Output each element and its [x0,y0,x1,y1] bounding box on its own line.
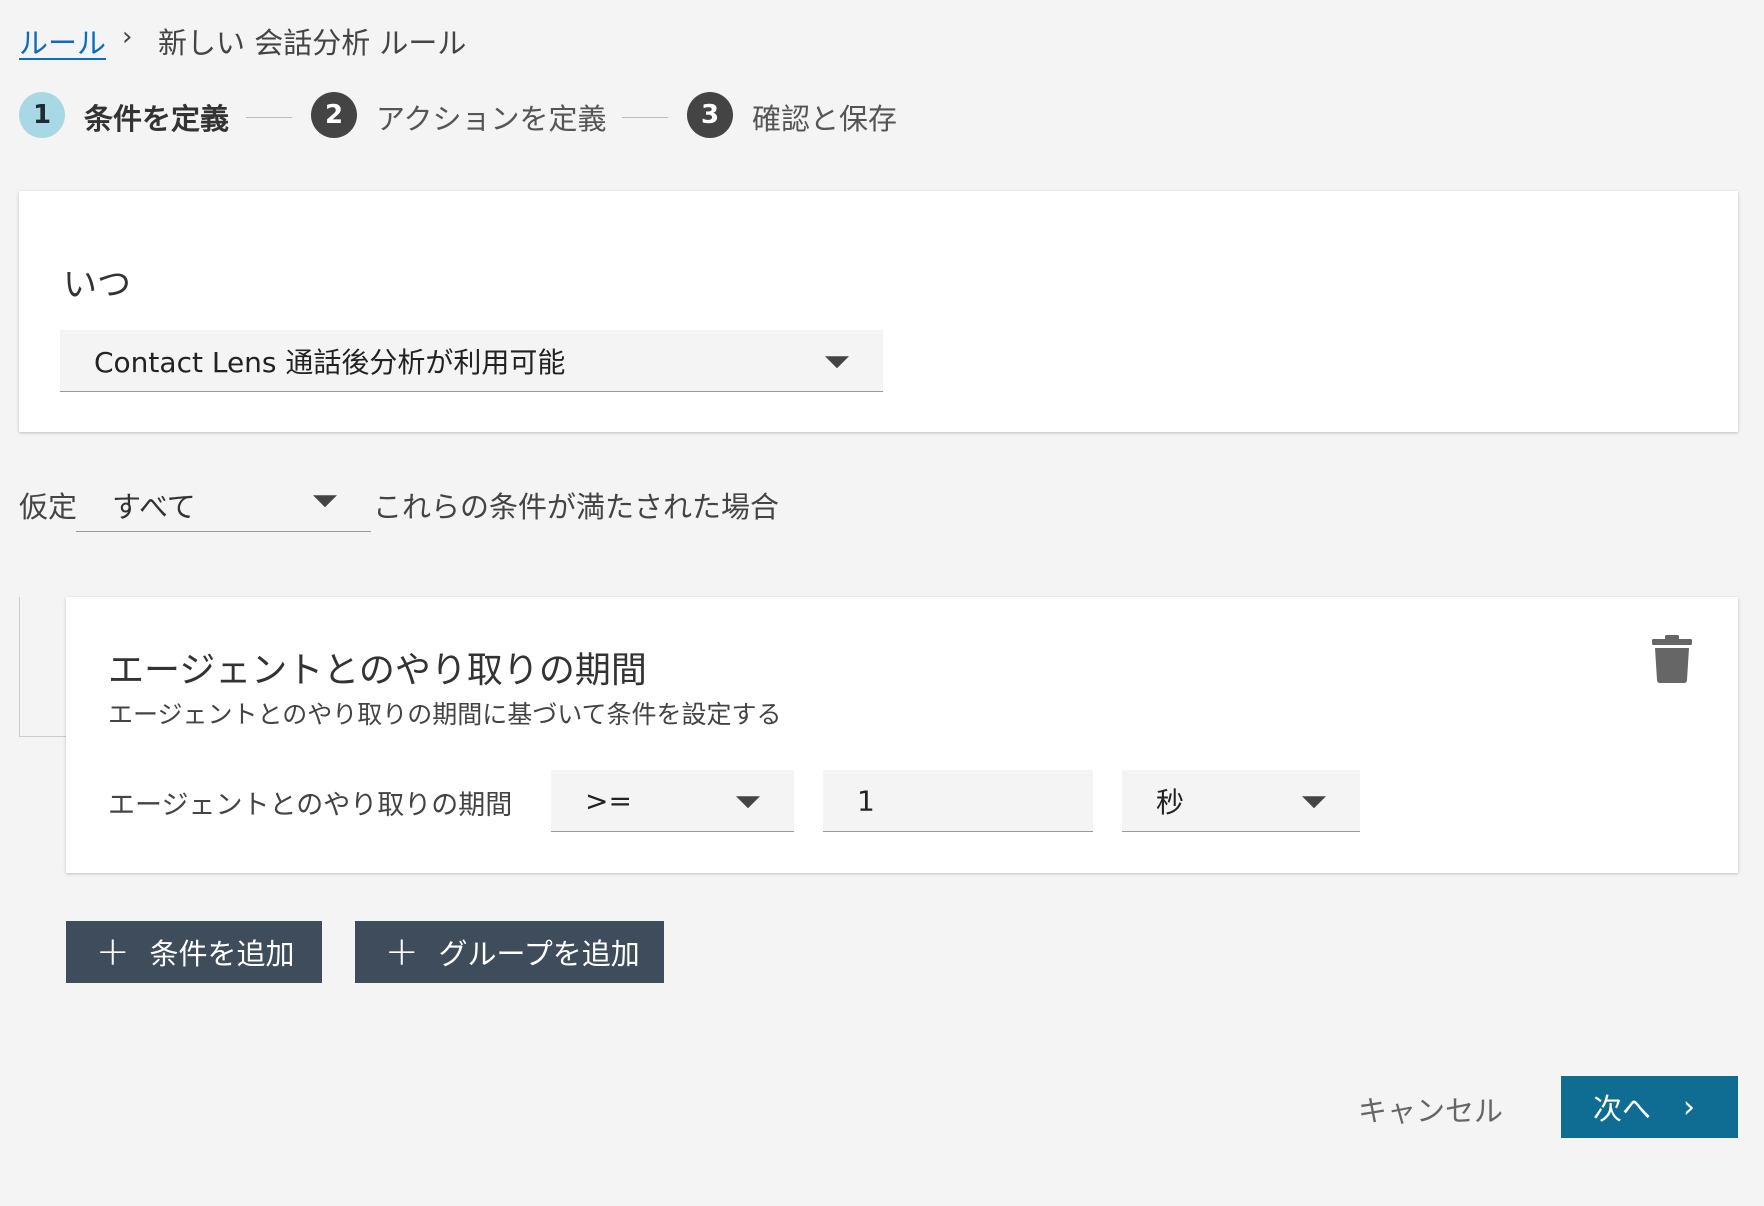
duration-value: 1 [857,784,875,817]
plus-icon: + [96,929,130,975]
cancel-button[interactable]: キャンセル [1358,1088,1503,1130]
step-2-circle: 2 [311,92,357,138]
unit-select[interactable]: 秒 [1122,770,1360,832]
step-3-circle: 3 [687,92,733,138]
plus-icon: + [385,929,419,975]
step-2-label: アクションを定義 [376,102,607,136]
chevron-down-icon [313,494,337,507]
step-3-label: 確認と保存 [752,102,898,136]
step-connector [622,117,668,118]
chevron-down-icon [1302,795,1326,808]
step-1-label: 条件を定義 [84,102,230,136]
add-group-button[interactable]: + グループを追加 [355,921,664,983]
chevron-right-icon: › [1683,1089,1696,1125]
duration-value-input[interactable]: 1 [823,770,1093,832]
breadcrumb-current: 新しい 会話分析 ルール [158,26,467,60]
condition-group-connector [19,597,67,737]
breadcrumb-rules-link[interactable]: ルール [19,20,106,62]
step-connector [246,117,292,118]
trigger-select-value: Contact Lens 通話後分析が利用可能 [94,345,566,379]
trash-icon[interactable] [1652,635,1692,683]
condition-field-label: エージェントとのやり取りの期間 [108,790,513,821]
chevron-down-icon [736,795,760,808]
condition-card: エージェントとのやり取りの期間 エージェントとのやり取りの期間に基づいて条件を設… [66,597,1738,873]
unit-value: 秒 [1156,785,1185,819]
next-button[interactable]: 次へ › [1561,1076,1738,1138]
operator-value: >= [585,784,632,817]
add-group-label: グループを追加 [438,937,640,971]
next-label: 次へ [1593,1092,1652,1126]
operator-select[interactable]: >= [551,770,794,832]
step-1-circle: 1 [19,92,65,138]
trigger-select[interactable]: Contact Lens 通話後分析が利用可能 [60,330,883,392]
add-condition-button[interactable]: + 条件を追加 [66,921,322,983]
when-title: いつ [63,265,131,305]
when-panel: いつ Contact Lens 通話後分析が利用可能 [19,191,1738,432]
match-type-select[interactable]: すべて [76,468,371,532]
assume-suffix: これらの条件が満たされた場合 [373,490,780,524]
condition-description: エージェントとのやり取りの期間に基づいて条件を設定する [108,700,782,729]
breadcrumb-separator-icon: › [122,22,133,52]
chevron-down-icon [825,355,849,368]
add-condition-label: 条件を追加 [149,937,295,971]
match-type-value: すべて [112,490,196,524]
condition-title: エージェントとのやり取りの期間 [108,650,647,691]
assume-label: 仮定 [19,490,78,524]
